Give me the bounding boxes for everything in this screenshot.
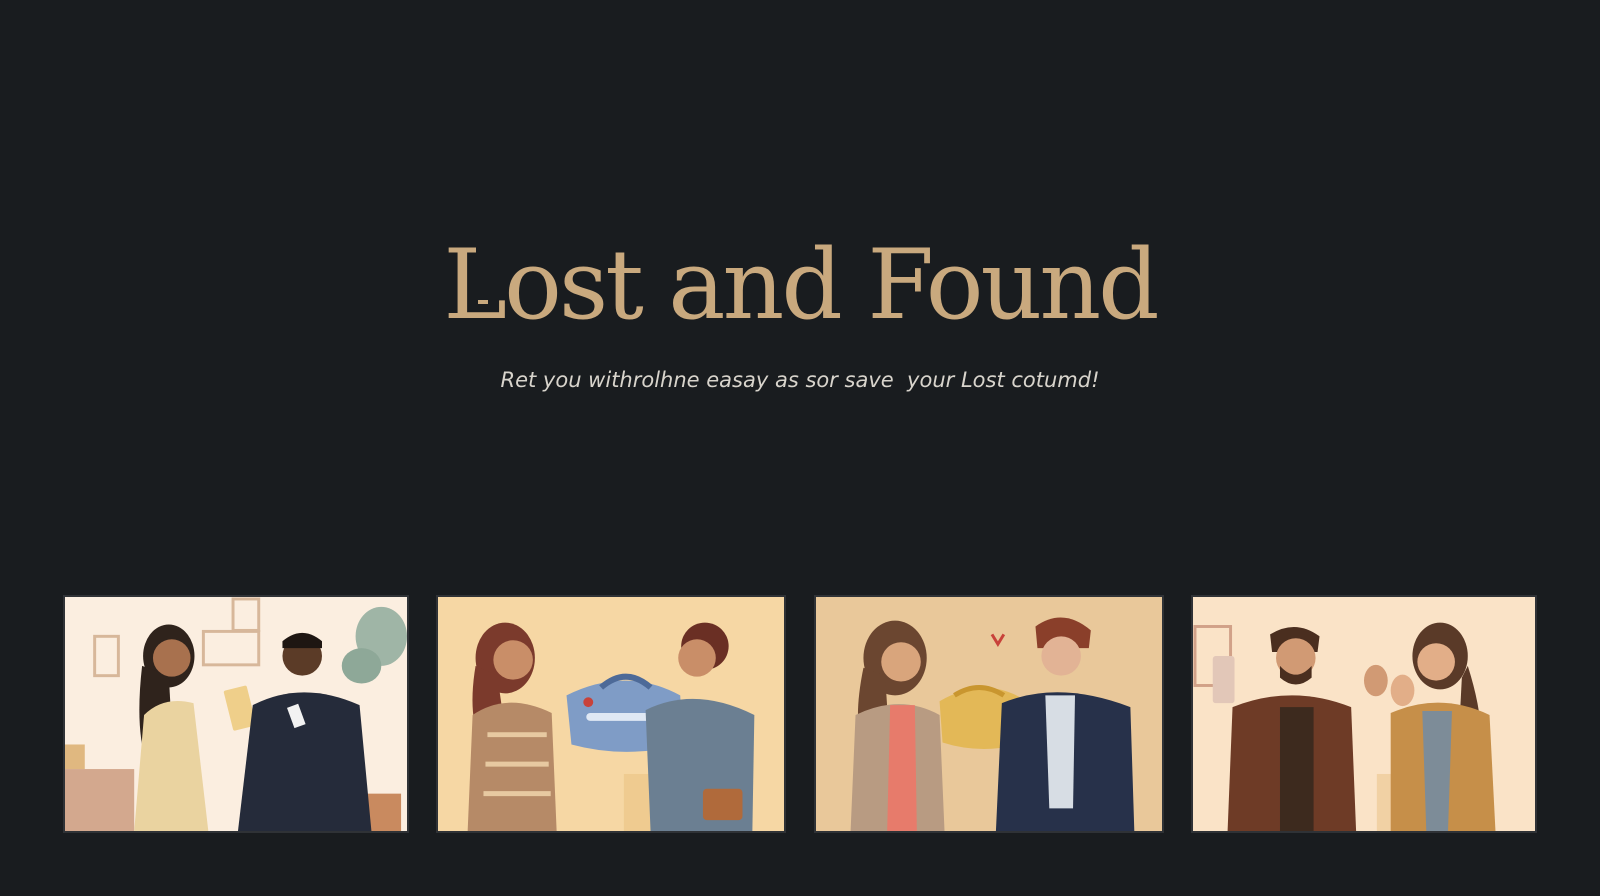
illustration-image <box>438 597 784 831</box>
illustration-image <box>1193 597 1535 831</box>
page-subtitle: Ret you withrolhne easay as sor save you… <box>500 368 1100 392</box>
illustration-card-handover-document <box>63 595 409 833</box>
illustration-card-handover-bag <box>436 595 786 833</box>
illustration-image <box>816 597 1162 831</box>
landing-page: Lost and Found Ret you withrolhne easay … <box>0 0 1600 896</box>
illustration-card-handover-package <box>814 595 1164 833</box>
page-title: Lost and Found <box>443 229 1159 341</box>
illustration-card-greeting <box>1191 595 1537 833</box>
illustration-image <box>65 597 407 831</box>
